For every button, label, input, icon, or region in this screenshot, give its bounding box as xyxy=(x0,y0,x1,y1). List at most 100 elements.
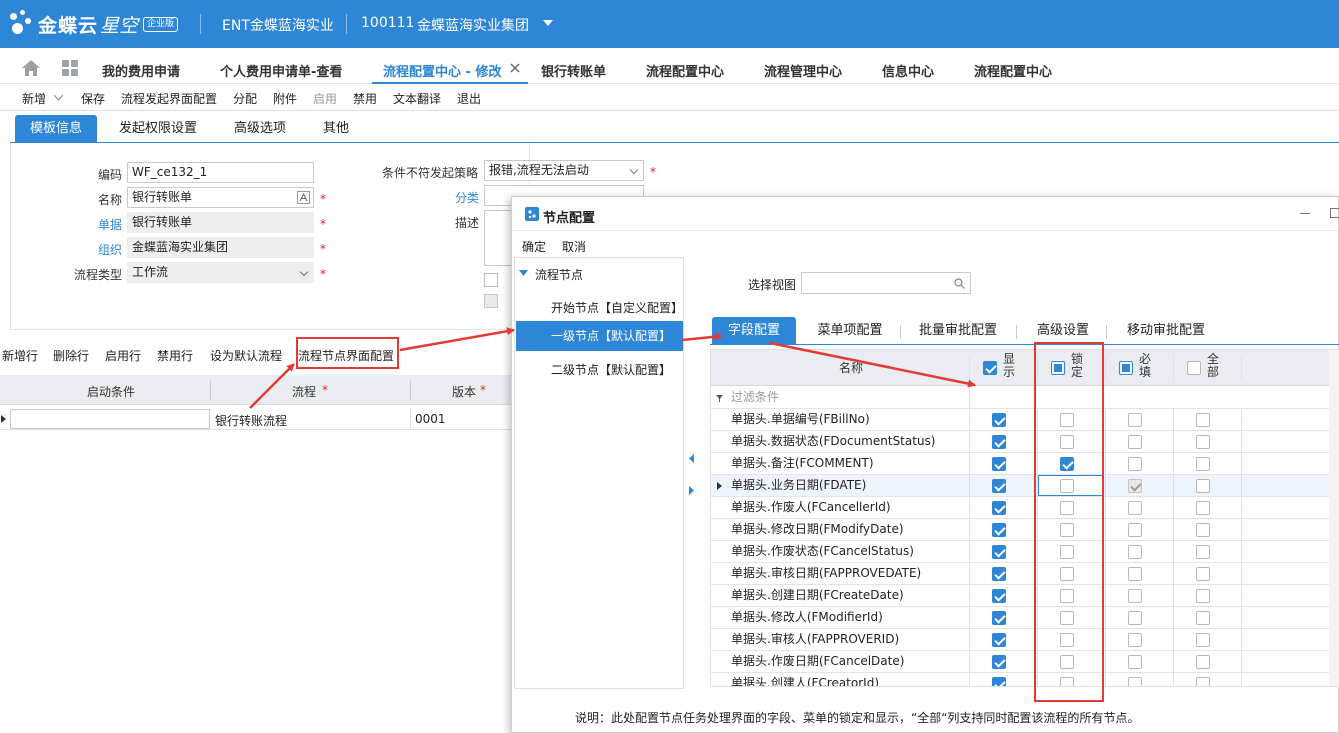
lock-checkbox[interactable] xyxy=(1060,567,1074,581)
table-row[interactable]: 单据头.审核人(FAPPROVERID) xyxy=(711,629,1339,651)
apps-grid-icon[interactable] xyxy=(62,60,78,76)
all-checkbox[interactable] xyxy=(1196,501,1210,515)
all-checkbox[interactable] xyxy=(1196,633,1210,647)
tab-flow-config-edit[interactable]: 流程配置中心 - 修改 xyxy=(383,61,501,80)
lock-checkbox[interactable] xyxy=(1060,589,1074,603)
dialog-ok-button[interactable]: 确定 xyxy=(522,238,546,255)
subtab-template-info[interactable]: 模板信息 xyxy=(15,115,97,143)
show-checkbox[interactable] xyxy=(992,479,1006,493)
policy-select[interactable]: 报错,流程无法启动 xyxy=(484,160,644,181)
text-translate-button[interactable]: 文本翻译 xyxy=(393,90,441,107)
table-row[interactable]: 单据头.业务日期(FDATE) xyxy=(711,475,1339,497)
bill-label[interactable]: 单据 xyxy=(52,216,122,233)
app-logo[interactable]: 金蝶云 星空 企业版 xyxy=(8,10,179,38)
show-checkbox[interactable] xyxy=(992,633,1006,647)
tree-root[interactable]: 流程节点 xyxy=(535,266,583,283)
tab-batch-approve-config[interactable]: 批量审批配置 xyxy=(910,317,1006,345)
all-checkbox[interactable] xyxy=(1196,567,1210,581)
all-checkbox[interactable] xyxy=(1196,413,1210,427)
show-checkbox[interactable] xyxy=(992,457,1006,471)
show-checkbox[interactable] xyxy=(992,435,1006,449)
new-button[interactable]: 新增 xyxy=(22,90,46,107)
flow-node-ui-config-button[interactable]: 流程节点界面配置 xyxy=(298,347,394,364)
all-checkbox[interactable] xyxy=(1196,479,1210,493)
exit-button[interactable]: 退出 xyxy=(457,90,481,107)
tab-bank-transfer[interactable]: 银行转账单 xyxy=(541,61,606,80)
lock-checkbox[interactable] xyxy=(1060,611,1074,625)
flow-cell[interactable]: 银行转账流程 xyxy=(215,412,287,429)
show-checkbox[interactable] xyxy=(992,655,1006,669)
show-checkbox[interactable] xyxy=(992,677,1006,686)
tab-flow-manage[interactable]: 流程管理中心 xyxy=(764,61,842,80)
org-name[interactable]: 金蝶蓝海实业集团 xyxy=(417,15,529,35)
lock-all-checkbox[interactable] xyxy=(1051,361,1065,375)
collapse-left-icon[interactable] xyxy=(689,454,694,463)
required-all-checkbox[interactable] xyxy=(1119,361,1133,375)
home-icon[interactable] xyxy=(22,60,40,76)
launch-ui-config-button[interactable]: 流程发起界面配置 xyxy=(121,90,217,107)
close-tab-icon[interactable] xyxy=(510,63,520,73)
expand-right-icon[interactable] xyxy=(689,486,694,495)
show-all-checkbox[interactable] xyxy=(983,361,997,375)
filter-icon[interactable] xyxy=(716,395,723,402)
table-row[interactable]: 单据头.备注(FCOMMENT) xyxy=(711,453,1339,475)
tab-advanced-settings[interactable]: 高级设置 xyxy=(1028,317,1098,345)
tree-node-level2[interactable]: 二级节点【默认配置】 xyxy=(551,361,671,378)
tab-flow-config[interactable]: 流程配置中心 xyxy=(646,61,724,80)
tab-menu-config[interactable]: 菜单项配置 xyxy=(810,317,890,345)
dialog-cancel-button[interactable]: 取消 xyxy=(562,238,586,255)
table-row[interactable]: 单据头.作废日期(FCancelDate) xyxy=(711,651,1339,673)
flowtype-select[interactable]: 工作流 xyxy=(127,262,314,283)
subtab-advanced[interactable]: 高级选项 xyxy=(222,115,298,143)
lock-checkbox[interactable] xyxy=(1060,655,1074,669)
show-checkbox[interactable] xyxy=(992,611,1006,625)
all-checkbox[interactable] xyxy=(1196,655,1210,669)
table-row[interactable]: 单据头.修改人(FModifierId) xyxy=(711,607,1339,629)
tab-my-expense[interactable]: 我的费用申请 xyxy=(102,61,180,80)
disable-button[interactable]: 禁用 xyxy=(353,90,377,107)
show-checkbox[interactable] xyxy=(992,523,1006,537)
table-row[interactable]: 单据头.修改日期(FModifyDate) xyxy=(711,519,1339,541)
tab-info-center[interactable]: 信息中心 xyxy=(882,61,934,80)
multilang-icon[interactable] xyxy=(297,191,310,204)
all-checkbox[interactable] xyxy=(1196,677,1210,686)
required-checkbox[interactable] xyxy=(1128,435,1142,449)
required-checkbox[interactable] xyxy=(1128,501,1142,515)
required-checkbox[interactable] xyxy=(1128,633,1142,647)
lock-checkbox[interactable] xyxy=(1060,523,1074,537)
desc-textarea[interactable] xyxy=(484,210,514,266)
table-row[interactable]: 单据头.创建人(FCreatorId) xyxy=(711,673,1339,686)
tab-flow-config-2[interactable]: 流程配置中心 xyxy=(974,61,1052,80)
subtab-launch-permission[interactable]: 发起权限设置 xyxy=(108,115,208,143)
show-checkbox[interactable] xyxy=(992,413,1006,427)
required-checkbox[interactable] xyxy=(1128,479,1142,493)
all-checkbox[interactable] xyxy=(1196,523,1210,537)
required-checkbox[interactable] xyxy=(1128,545,1142,559)
search-icon[interactable] xyxy=(954,278,965,289)
show-checkbox[interactable] xyxy=(992,545,1006,559)
attachment-button[interactable]: 附件 xyxy=(273,90,297,107)
tab-mobile-approve-config[interactable]: 移动审批配置 xyxy=(1116,317,1216,345)
table-row[interactable]: 单据头.创建日期(FCreateDate) xyxy=(711,585,1339,607)
all-checkbox[interactable] xyxy=(1196,545,1210,559)
org-dropdown-icon[interactable] xyxy=(543,20,553,27)
required-checkbox[interactable] xyxy=(1128,457,1142,471)
lock-checkbox[interactable] xyxy=(1060,501,1074,515)
tenant-name[interactable]: ENT金蝶蓝海实业 xyxy=(222,15,334,35)
lock-checkbox[interactable] xyxy=(1060,545,1074,559)
required-checkbox[interactable] xyxy=(1128,567,1142,581)
lock-checkbox[interactable] xyxy=(1060,677,1074,686)
show-checkbox[interactable] xyxy=(992,501,1006,515)
required-checkbox[interactable] xyxy=(1128,655,1142,669)
table-row[interactable]: 银行转账流程 0001 xyxy=(0,408,515,430)
all-nodes-checkbox[interactable] xyxy=(1187,361,1201,375)
tree-node-level1[interactable]: 一级节点【默认配置】 xyxy=(516,321,683,351)
grid-scrollbar[interactable] xyxy=(1329,350,1339,686)
lock-checkbox[interactable] xyxy=(1060,479,1074,493)
category-label[interactable]: 分类 xyxy=(455,189,479,206)
table-row[interactable]: 单据头.审核日期(FAPPROVEDATE) xyxy=(711,563,1339,585)
lock-checkbox[interactable] xyxy=(1060,435,1074,449)
lock-checkbox[interactable] xyxy=(1060,457,1074,471)
enable-button[interactable]: 启用 xyxy=(313,90,337,107)
table-row[interactable]: 单据头.作废状态(FCancelStatus) xyxy=(711,541,1339,563)
